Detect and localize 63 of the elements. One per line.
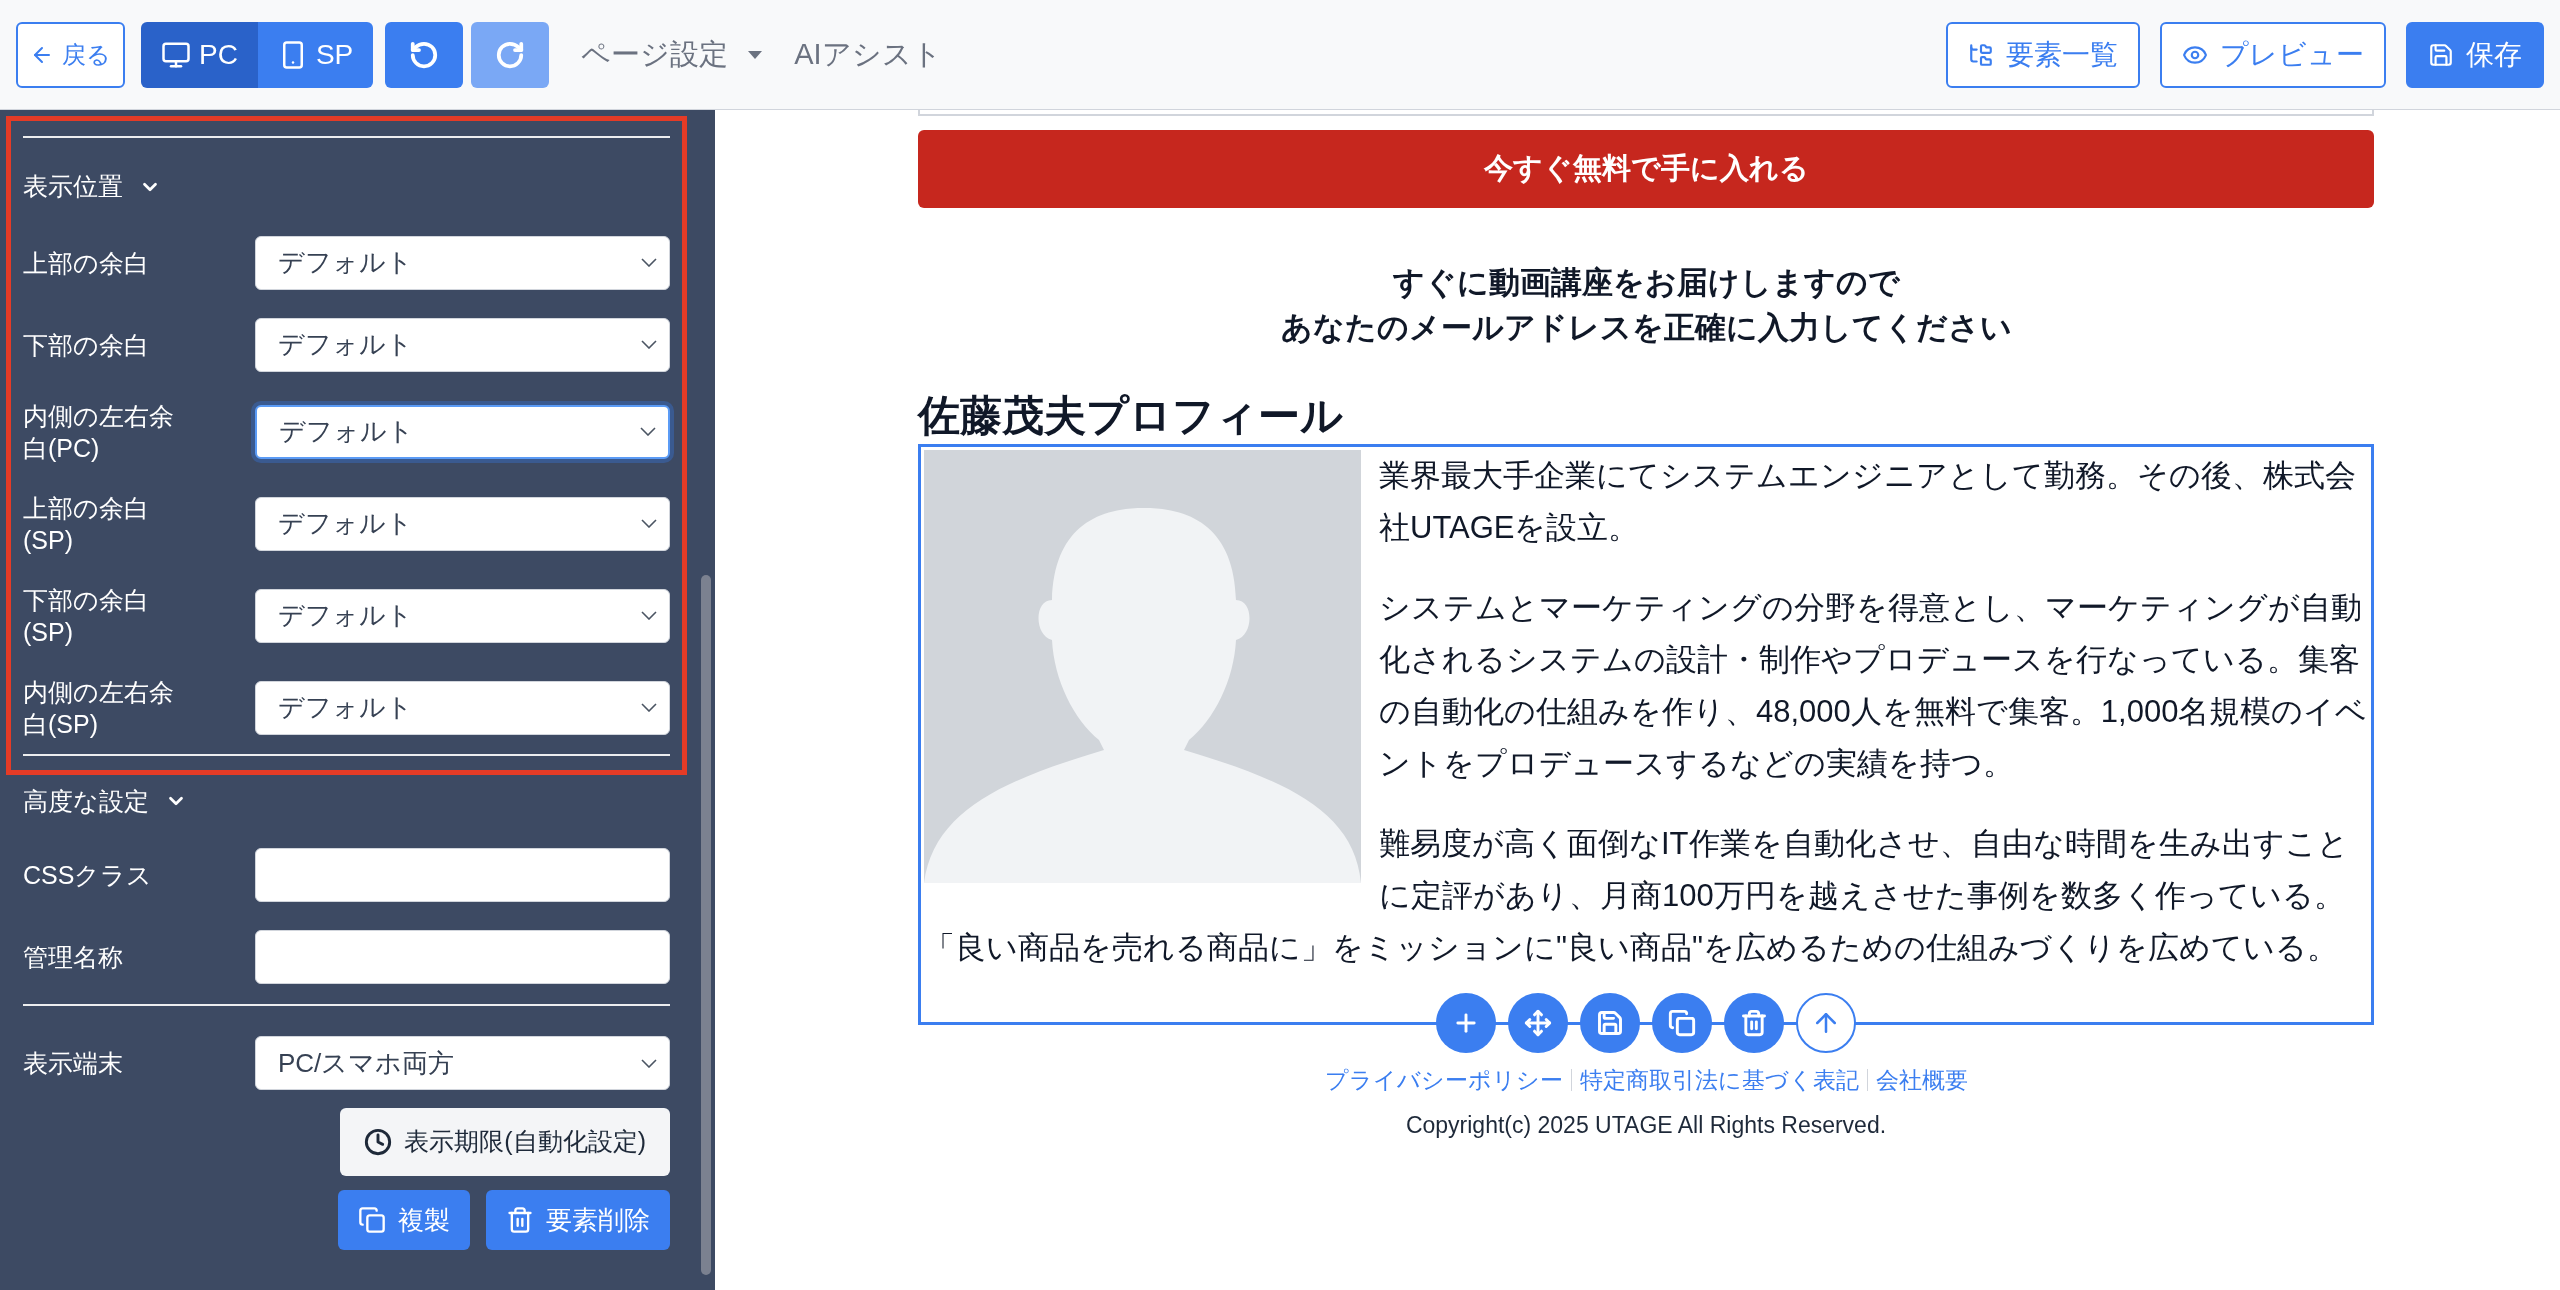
chevron-down-icon [641,703,657,712]
copy-icon [1668,1009,1696,1037]
save-button[interactable]: 保存 [2406,21,2544,88]
schedule-button[interactable]: 表示期限(自動化設定) [340,1108,670,1176]
text-field[interactable] [255,930,670,984]
delete-button[interactable]: 要素削除 [486,1190,670,1250]
trash-icon [506,1206,534,1234]
chevron-down-icon [641,611,657,620]
field-label: 下部の余白(SP) [23,584,150,648]
back-button[interactable]: 戻る [16,21,125,88]
move-up-button[interactable] [1796,993,1856,1053]
copyright-text: Copyright(c) 2025 UTAGE All Rights Reserved. [1405,1110,1887,1140]
chevron-down-icon [641,340,657,349]
text-field[interactable] [255,848,670,902]
notice-text: あなたのメールアドレスを正確に入力してください [1280,309,2012,347]
chevron-down-icon [641,519,657,528]
footer-link[interactable]: プライバシーポリシー [1324,1063,1563,1098]
footer-link[interactable]: 会社概要 [1875,1063,1968,1098]
scrollbar-thumb[interactable] [701,575,711,1275]
duplicate-button[interactable]: 複製 [338,1190,470,1250]
device-tab[interactable]: PC [141,21,258,88]
menu-item[interactable]: ページ設定 [581,32,763,77]
cta-button[interactable]: 今すぐ無料で手に入れる [918,130,2374,208]
chevron-down-icon [641,258,657,267]
save-icon [1596,1009,1624,1037]
footer-link[interactable]: 特定商取引法に基づく表記 [1579,1063,1859,1098]
field-label: 内側の左右余白(SP) [23,676,175,740]
menu-item[interactable]: AIアシスト [794,32,942,77]
undo-button[interactable] [385,21,464,88]
undo-icon [409,39,440,70]
select-field[interactable]: デフォルト [255,235,670,290]
select-field[interactable]: デフォルト [255,680,670,735]
field-label: 管理名称 [23,942,124,973]
field-label: 上部の余白 [23,247,150,279]
redo-icon [495,39,526,70]
chevron-down-icon [640,427,656,436]
folder-tree-icon [1968,41,1994,68]
select-field[interactable]: デフォルト [255,588,670,643]
select-field[interactable]: PC/スマホ両方 [255,1036,670,1090]
profile-paragraph: 難易度が高く面倒なIT作業を自動化させ、自由な時間を生み出すことに定評があり、月商100万円を越えさせた事例を数多く作っている。「良い商品を売れる商品に」をミッションに"良い商品"を広めるための仕組みづくりを広めている。 [924,825,2350,967]
preview-button[interactable]: プレビュー [2160,21,2386,88]
profile-paragraph: システムとマーケティングの分野を得意とし、マーケティングが自動化されるシステムの設計・制作やプロデュースを行なっている。集客の自動化の仕組みを作り、48,000人を無料で集客。1,000名規模のイベントをプロデュースするなどの実績を持つ。 [1378,589,2368,783]
element-list-button[interactable]: 要素一覧 [1946,21,2140,88]
save-icon [2428,41,2454,68]
field-label: 表示端末 [23,1048,124,1079]
chevron-down-icon [641,1058,657,1068]
field-label: CSSクラス [23,860,154,891]
section-toggle[interactable]: 表示位置 [23,168,161,206]
profile-paragraph: 業界最大手企業にてシステムエンジニアとして勤務。その後、株式会社UTAGEを設立。 [1378,457,2357,547]
select-field[interactable]: デフォルト [255,317,670,372]
field-label: 下部の余白 [23,329,150,361]
notice-text: すぐに動画講座をお届けしますので [1392,264,1900,302]
device-tab[interactable]: SP [257,21,374,88]
profile-title: 佐藤茂夫プロフィール [918,391,1344,441]
copy-icon [358,1206,386,1234]
profile-block[interactable] [918,444,2374,1025]
select-field[interactable]: デフォルト [255,496,670,551]
field-label: 内側の左右余白(PC) [23,400,175,464]
clock-icon [364,1128,393,1156]
trash-icon [1740,1009,1768,1037]
move-icon [1524,1009,1552,1037]
field-label: 上部の余白(SP) [23,492,150,556]
section-toggle[interactable]: 高度な設定 [23,782,187,820]
